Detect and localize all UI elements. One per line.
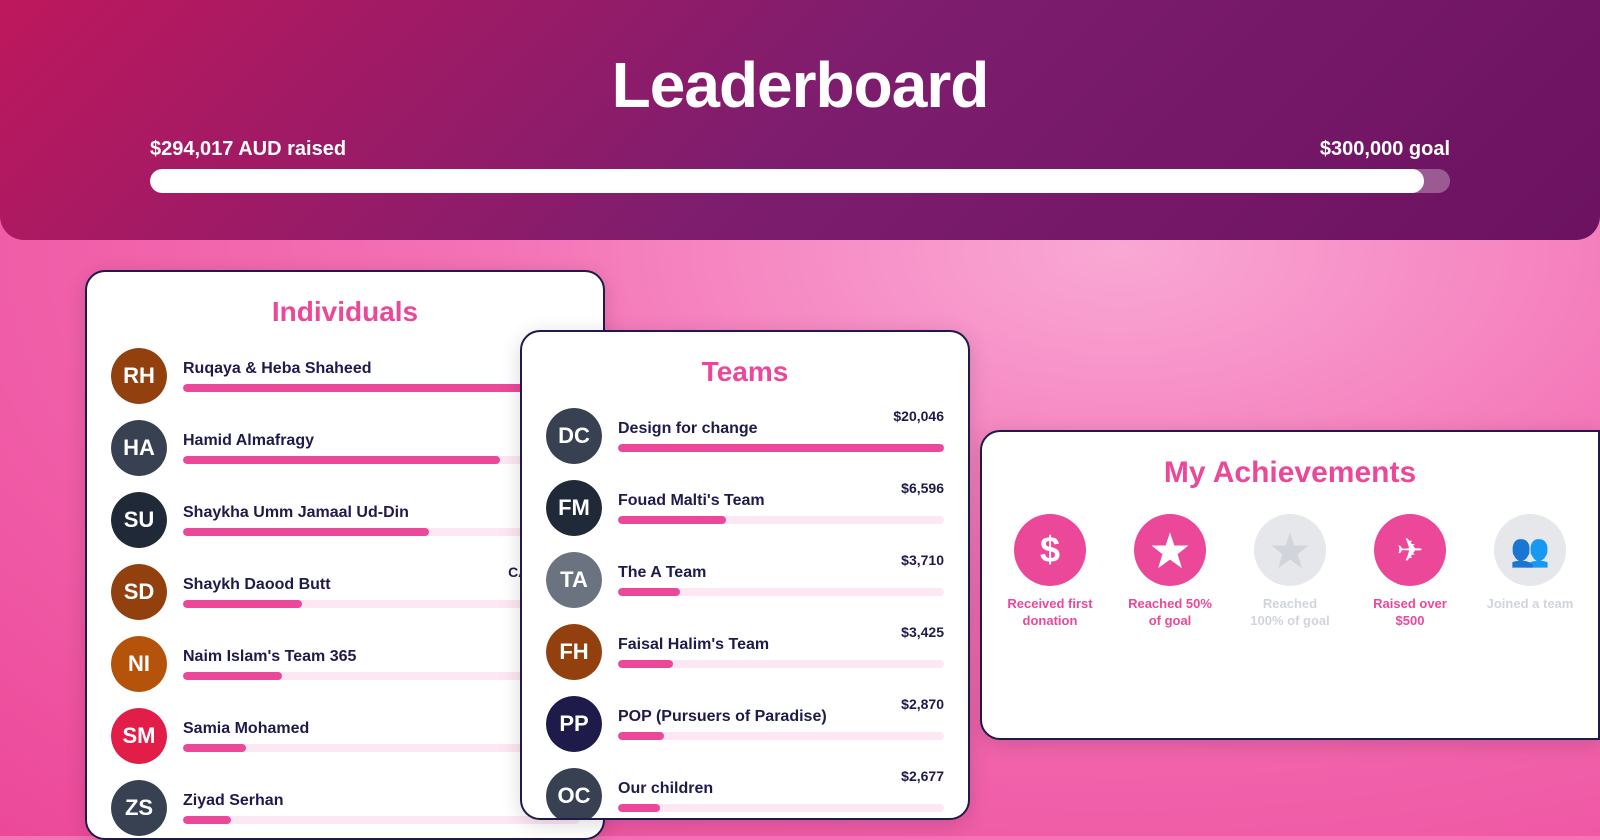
team-row: PP POP (Pursuers of Paradise) $2,870 [546,696,944,752]
lb-bar-fill [618,660,673,668]
raised-label: $294,017 AUD raised [150,138,346,161]
lb-amount: $6,596 [901,480,944,496]
teams-list: DC Design for change $20,046 FM Fouad Ma… [546,408,944,820]
avatar: TA [546,552,602,608]
individuals-title: Individuals [111,296,579,328]
achievement-label: Reached 50% of goal [1126,596,1214,630]
achievement-item: 👥 Joined a team [1486,514,1574,613]
goal-label: $300,000 goal [1320,138,1450,161]
lb-bar-fill [183,744,246,752]
achievement-label: Reached 100% of goal [1246,596,1334,630]
achievement-icon: ✈ [1374,514,1446,586]
lb-info: The A Team [618,564,944,596]
progress-section: $294,017 AUD raised $300,000 goal [150,138,1450,193]
lb-amount: $3,710 [901,552,944,568]
achievement-item: $ Received first donation [1006,514,1094,630]
lb-info: Faisal Halim's Team [618,636,944,668]
lb-name: Faisal Halim's Team [618,636,944,654]
lb-info: Design for change [618,420,944,452]
team-row: FH Faisal Halim's Team $3,425 [546,624,944,680]
lb-bar-fill [183,816,231,824]
lb-bar-container [183,816,579,824]
avatar: HA [111,420,167,476]
achievement-label: Raised over $500 [1366,596,1454,630]
achievement-label: Joined a team [1487,596,1574,613]
achievement-icon: 👥 [1494,514,1566,586]
achievements-card: My Achievements $ Received first donatio… [980,430,1600,740]
avatar: SD [111,564,167,620]
avatar: SU [111,492,167,548]
lb-info: POP (Pursuers of Paradise) [618,708,944,740]
lb-bar-container [618,516,944,524]
lb-name: The A Team [618,564,944,582]
achievement-icon [1134,514,1206,586]
lb-bar-fill [183,672,282,680]
achievements-title: My Achievements [1006,456,1574,490]
lb-info: Our children [618,780,944,812]
avatar: DC [546,408,602,464]
lb-bar-container [618,732,944,740]
lb-amount: $20,046 [893,408,944,424]
achievement-item: Reached 100% of goal [1246,514,1334,630]
page-title: Leaderboard [612,48,989,122]
lb-amount: $2,677 [901,768,944,784]
team-row: DC Design for change $20,046 [546,408,944,464]
progress-bar-container [150,169,1450,193]
lb-bar-fill [618,516,726,524]
lb-bar-container [618,660,944,668]
lb-name: Our children [618,780,944,798]
avatar: RH [111,348,167,404]
avatar: PP [546,696,602,752]
teams-title: Teams [546,356,944,388]
team-row: FM Fouad Malti's Team $6,596 [546,480,944,536]
lb-name: POP (Pursuers of Paradise) [618,708,944,726]
achievement-item: ✈ Raised over $500 [1366,514,1454,630]
team-row: TA The A Team $3,710 [546,552,944,608]
lb-bar-fill [183,600,302,608]
individual-row: ZS Ziyad Serhan $6,731 [111,780,579,836]
achievement-item: Reached 50% of goal [1126,514,1214,630]
avatar: OC [546,768,602,820]
lb-bar-container [618,804,944,812]
lb-bar-fill [618,732,664,740]
lb-bar-container [618,588,944,596]
avatar: NI [111,636,167,692]
lb-info: Fouad Malti's Team [618,492,944,524]
individual-row: SM Samia Mohamed $9,163 [111,708,579,764]
lb-bar-fill [183,528,429,536]
individual-row: RH Ruqaya & Heba Shaheed $58,970 [111,348,579,404]
progress-labels: $294,017 AUD raised $300,000 goal [150,138,1450,161]
achievements-row: $ Received first donation Reached 50% of… [1006,514,1574,630]
individual-row: HA Hamid Almafragy $47,061 [111,420,579,476]
lb-bar-fill [618,588,680,596]
avatar: FH [546,624,602,680]
team-row: OC Our children $2,677 [546,768,944,820]
individual-row: SU Shaykha Umm Jamaal Ud-Din $36,584 [111,492,579,548]
individuals-list: RH Ruqaya & Heba Shaheed $58,970 HA Hami… [111,348,579,836]
avatar: SM [111,708,167,764]
lb-amount: $2,870 [901,696,944,712]
achievement-icon: $ [1014,514,1086,586]
individual-row: SD Shaykh Daood Butt CA$17,330 [111,564,579,620]
achievement-label: Received first donation [1006,596,1094,630]
avatar: FM [546,480,602,536]
lb-bar-container [618,444,944,452]
lb-bar-fill [183,456,500,464]
individual-row: NI Naim Islam's Team 365 $14,437 [111,636,579,692]
header-banner: Leaderboard $294,017 AUD raised $300,000… [0,0,1600,240]
progress-bar-fill [150,169,1424,193]
lb-name: Fouad Malti's Team [618,492,944,510]
achievement-icon [1254,514,1326,586]
teams-card: Teams DC Design for change $20,046 FM Fo… [520,330,970,820]
lb-amount: $3,425 [901,624,944,640]
avatar: ZS [111,780,167,836]
lb-bar-fill [618,804,660,812]
lb-bar-fill [618,444,944,452]
